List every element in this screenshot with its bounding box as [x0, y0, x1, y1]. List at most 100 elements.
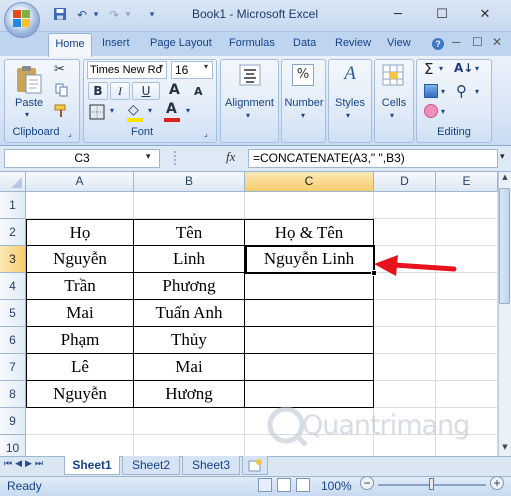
- clear-icon[interactable]: [424, 104, 438, 118]
- fill-color-dropdown-icon[interactable]: ▾: [148, 106, 152, 115]
- italic-button[interactable]: I: [110, 82, 130, 100]
- number-format-icon[interactable]: %: [292, 64, 314, 86]
- tab-home[interactable]: Home: [48, 33, 92, 57]
- styles-dropdown-icon[interactable]: ▾: [346, 111, 350, 120]
- page-layout-view-icon[interactable]: [277, 478, 291, 492]
- number-dropdown-icon[interactable]: ▾: [301, 111, 305, 120]
- sort-filter-icon[interactable]: A↓: [454, 61, 473, 75]
- cell-a5[interactable]: Mai: [26, 300, 134, 327]
- sheet-tab-sheet3[interactable]: Sheet3: [182, 456, 240, 475]
- normal-view-icon[interactable]: [258, 478, 272, 492]
- cell-b1[interactable]: [134, 192, 245, 219]
- cut-icon[interactable]: ✂: [54, 62, 65, 77]
- page-break-view-icon[interactable]: [296, 478, 310, 492]
- cell-c7[interactable]: [245, 354, 374, 381]
- maximize-button[interactable]: ☐: [427, 4, 457, 26]
- cells-icon[interactable]: [382, 64, 404, 86]
- cell-d1[interactable]: [374, 192, 436, 219]
- undo-dropdown-icon[interactable]: ▾: [88, 7, 104, 23]
- help-icon[interactable]: ?: [432, 38, 444, 50]
- sheet-tab-sheet1[interactable]: Sheet1: [64, 456, 120, 475]
- save-icon[interactable]: [52, 7, 68, 23]
- column-header-c[interactable]: C: [245, 172, 374, 192]
- font-size-dropdown-icon[interactable]: ▾: [204, 62, 208, 71]
- sheet-nav-icons[interactable]: ⏮◀▶⏭: [4, 459, 46, 469]
- shrink-font-icon[interactable]: A: [194, 85, 203, 98]
- cell-a9[interactable]: [26, 408, 134, 435]
- ribbon-restore-button[interactable]: ☐: [472, 35, 483, 49]
- font-launcher-icon[interactable]: ⌟: [204, 129, 208, 138]
- fill-down-icon[interactable]: [424, 84, 438, 98]
- cell-a4[interactable]: Trần: [26, 273, 134, 300]
- column-header-e[interactable]: E: [436, 172, 498, 192]
- autosum-icon[interactable]: Σ: [424, 60, 433, 78]
- row-header-7[interactable]: 7: [0, 354, 26, 381]
- font-color-icon[interactable]: A: [166, 101, 177, 117]
- number-button[interactable]: Number: [282, 97, 326, 109]
- cell-e7[interactable]: [436, 354, 498, 381]
- cell-b4[interactable]: Phương: [134, 273, 245, 300]
- cells-dropdown-icon[interactable]: ▾: [390, 111, 394, 120]
- bold-button[interactable]: B: [88, 82, 108, 100]
- scroll-up-icon[interactable]: ▲: [499, 173, 511, 185]
- underline-button[interactable]: U: [132, 82, 160, 100]
- tab-formulas[interactable]: Formulas: [229, 37, 275, 51]
- name-box-dropdown-icon[interactable]: ▾: [146, 152, 151, 162]
- row-header-2[interactable]: 2: [0, 219, 26, 246]
- ribbon-minimize-button[interactable]: ─: [452, 35, 461, 49]
- clipboard-launcher-icon[interactable]: ⌟: [68, 129, 72, 138]
- row-header-8[interactable]: 8: [0, 381, 26, 408]
- expand-formula-bar-icon[interactable]: ▾: [500, 152, 505, 162]
- row-header-5[interactable]: 5: [0, 300, 26, 327]
- cell-a3[interactable]: Nguyễn: [26, 246, 134, 273]
- cell-a1[interactable]: [26, 192, 134, 219]
- minimize-button[interactable]: ─: [383, 4, 413, 26]
- row-header-1[interactable]: 1: [0, 192, 26, 219]
- redo-dropdown-icon[interactable]: ▾: [120, 7, 136, 23]
- font-color-dropdown-icon[interactable]: ▾: [186, 106, 190, 115]
- column-header-b[interactable]: B: [134, 172, 245, 192]
- clear-dropdown-icon[interactable]: ▾: [441, 107, 445, 116]
- borders-icon[interactable]: [89, 104, 105, 120]
- zoom-slider-thumb[interactable]: [429, 478, 434, 490]
- font-family-select[interactable]: Times New Ro: [87, 61, 167, 79]
- scrollbar-thumb[interactable]: [499, 188, 510, 304]
- find-select-dropdown-icon[interactable]: ▾: [475, 87, 479, 96]
- cell-a2[interactable]: Họ: [26, 219, 134, 246]
- grow-font-icon[interactable]: A: [169, 82, 180, 98]
- cell-c4[interactable]: [245, 273, 374, 300]
- tab-review[interactable]: Review: [335, 37, 371, 51]
- cell-c6[interactable]: [245, 327, 374, 354]
- alignment-button[interactable]: Alignment: [222, 97, 277, 109]
- borders-dropdown-icon[interactable]: ▾: [110, 106, 114, 115]
- cell-a8[interactable]: Nguyễn: [26, 381, 134, 408]
- tab-page-layout[interactable]: Page Layout: [150, 37, 212, 51]
- cell-b8[interactable]: Hương: [134, 381, 245, 408]
- paste-button[interactable]: Paste: [15, 97, 43, 109]
- row-header-9[interactable]: 9: [0, 408, 26, 435]
- paste-dropdown-icon[interactable]: ▾: [25, 110, 29, 119]
- formula-bar-splitter[interactable]: [174, 151, 178, 165]
- column-header-a[interactable]: A: [26, 172, 134, 192]
- paste-icon[interactable]: [13, 63, 45, 95]
- styles-icon[interactable]: A: [339, 63, 361, 87]
- office-button[interactable]: [4, 2, 40, 38]
- select-all-button[interactable]: [0, 172, 26, 192]
- zoom-in-button[interactable]: +: [490, 476, 504, 490]
- fill-color-icon[interactable]: ◇: [128, 102, 139, 118]
- sort-filter-dropdown-icon[interactable]: ▾: [475, 64, 479, 73]
- cell-b6[interactable]: Thủy: [134, 327, 245, 354]
- tab-view[interactable]: View: [387, 37, 411, 51]
- cell-b9[interactable]: [134, 408, 245, 435]
- fill-dropdown-icon[interactable]: ▾: [441, 87, 445, 96]
- format-painter-icon[interactable]: [54, 104, 68, 118]
- row-header-6[interactable]: 6: [0, 327, 26, 354]
- tab-data[interactable]: Data: [293, 37, 316, 51]
- styles-button[interactable]: Styles: [329, 97, 371, 109]
- cell-d7[interactable]: [374, 354, 436, 381]
- insert-sheet-icon[interactable]: [242, 456, 268, 475]
- close-button[interactable]: ✕: [470, 4, 500, 26]
- font-family-dropdown-icon[interactable]: ▾: [159, 62, 163, 71]
- name-box[interactable]: C3: [4, 149, 160, 168]
- cell-c2[interactable]: Họ & Tên: [245, 219, 374, 246]
